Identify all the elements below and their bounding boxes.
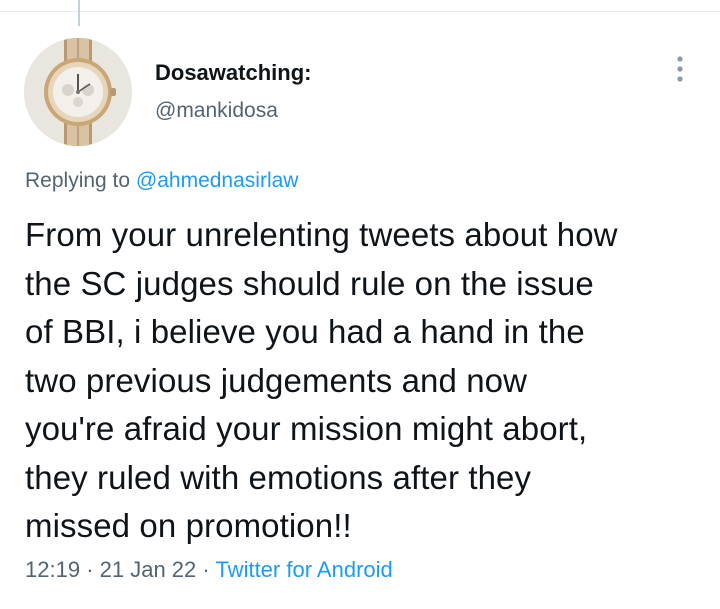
tweet-text-line: missed on promotion!! xyxy=(25,507,352,544)
replying-to-label: Replying to xyxy=(25,169,131,192)
tweet-text-line: you're afraid your mission might abort, xyxy=(25,410,588,447)
tweet-text: From your unrelenting tweets about how t… xyxy=(25,211,705,551)
top-divider xyxy=(0,11,720,12)
tweet-text-line: the SC judges should rule on the issue xyxy=(25,264,594,302)
avatar[interactable] xyxy=(24,38,132,146)
tweet-text-line: From your unrelenting tweets about how xyxy=(25,216,618,253)
meta-separator: · xyxy=(202,557,210,582)
tweet-metadata: 12:19 · 21 Jan 22 · Twitter for Android xyxy=(25,557,393,583)
author-display-name[interactable]: Dosawatching: xyxy=(155,60,311,86)
more-vertical-icon[interactable] xyxy=(668,53,692,85)
tweet-source-link[interactable]: Twitter for Android xyxy=(215,557,392,582)
wristwatch-avatar-icon xyxy=(24,38,132,146)
tweet-text-line: two previous judgements and now xyxy=(25,361,528,399)
meta-separator: · xyxy=(86,557,94,582)
replying-to-line: Replying to @ahmednasirlaw xyxy=(25,169,298,193)
tweet-time[interactable]: 12:19 xyxy=(25,557,80,582)
replying-to-mention-link[interactable]: @ahmednasirlaw xyxy=(136,169,299,192)
tweet-date[interactable]: 21 Jan 22 xyxy=(100,557,197,582)
thread-connector-line xyxy=(78,0,80,26)
author-handle[interactable]: @mankidosa xyxy=(155,99,278,123)
tweet-text-line: they ruled with emotions after they xyxy=(25,458,532,496)
tweet-text-line: of BBI, i believe you had a hand in the xyxy=(25,313,585,350)
